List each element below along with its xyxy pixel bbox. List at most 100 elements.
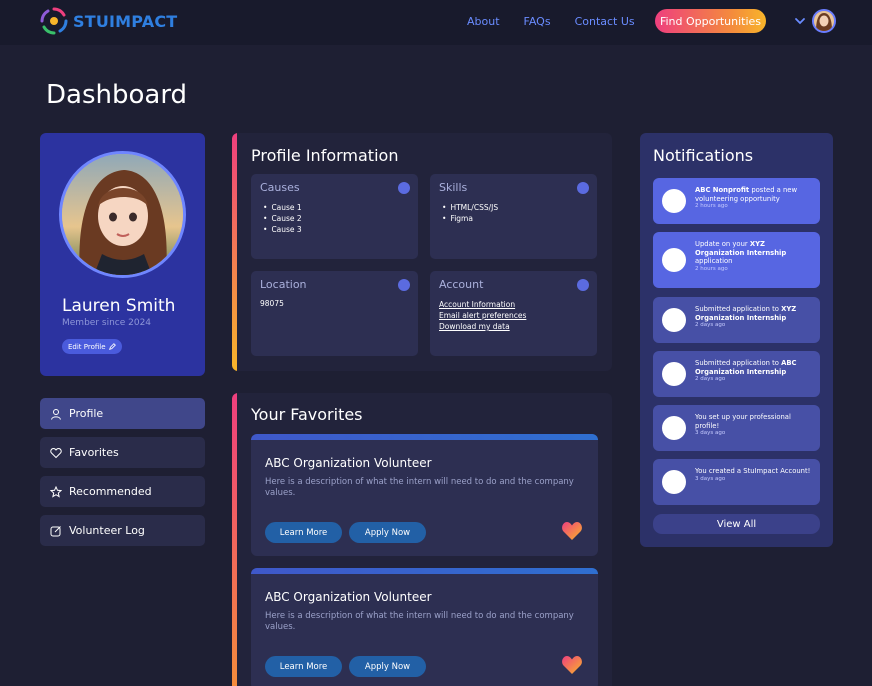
account-title: Account — [439, 278, 484, 291]
edit-account-icon[interactable] — [577, 279, 589, 291]
find-opportunities-button[interactable]: Find Opportunities — [655, 9, 766, 33]
notification-item[interactable]: You created a StuImpact Account! 3 days a… — [653, 459, 820, 505]
favorite-description: Here is a description of what the intern… — [265, 611, 574, 632]
notification-text: Update on your — [695, 240, 750, 248]
sidebar-item-label: Favorites — [69, 446, 119, 459]
location-value: 98075 — [260, 299, 284, 308]
member-since: Member since 2024 — [62, 318, 152, 328]
notification-time: 2 hours ago — [695, 203, 728, 210]
notification-avatar — [662, 248, 686, 272]
avatar-image — [814, 11, 834, 31]
learn-more-button[interactable]: Learn More — [265, 522, 342, 543]
notification-text: You set up your professional profile! — [695, 413, 791, 430]
cause-item: Cause 1 — [263, 202, 301, 213]
favorite-card: ABC Organization Volunteer Here is a des… — [251, 434, 598, 556]
notification-text: You created a StuImpact Account! — [695, 467, 811, 475]
nav-link-about[interactable]: About — [467, 15, 500, 28]
skill-item: HTML/CSS/JS — [442, 202, 498, 213]
notification-text: Submitted application to — [695, 359, 782, 367]
chevron-down-icon[interactable] — [793, 14, 807, 28]
logo-icon — [40, 7, 68, 35]
notification-item[interactable]: Submitted application to XYZ Organizatio… — [653, 297, 820, 343]
page-title: Dashboard — [46, 80, 188, 110]
profile-photo — [62, 154, 183, 275]
favorite-title: ABC Organization Volunteer — [265, 456, 432, 470]
view-all-button[interactable]: View All — [653, 514, 820, 534]
sidebar-item-favorites[interactable]: Favorites — [40, 437, 205, 468]
favorite-description: Here is a description of what the intern… — [265, 477, 574, 498]
edit-profile-label: Edit Profile — [68, 342, 106, 351]
notification-item[interactable]: ABC Nonprofit posted a new volunteering … — [653, 178, 820, 224]
cause-item: Cause 2 — [263, 213, 301, 224]
sidebar-item-label: Recommended — [69, 485, 152, 498]
pencil-icon — [108, 343, 116, 350]
sidebar-item-label: Volunteer Log — [69, 524, 145, 537]
card-accent — [251, 568, 598, 574]
notification-time: 3 days ago — [695, 475, 726, 482]
account-box: Account Account Information Email alert … — [430, 271, 597, 356]
profile-card: Lauren Smith Member since 2024 Edit Prof… — [40, 133, 205, 376]
notification-time: 2 hours ago — [695, 265, 728, 272]
notification-avatar — [662, 189, 686, 213]
skills-box: Skills HTML/CSS/JS Figma — [430, 174, 597, 259]
user-icon — [51, 408, 61, 420]
favorites-panel: Your Favorites ABC Organization Voluntee… — [232, 393, 612, 686]
favorite-title: ABC Organization Volunteer — [265, 590, 432, 604]
favorites-title: Your Favorites — [251, 405, 363, 424]
notification-avatar — [662, 416, 686, 440]
location-title: Location — [260, 278, 307, 291]
notification-item[interactable]: You set up your professional profile! 3 d… — [653, 405, 820, 451]
nav-link-contact[interactable]: Contact Us — [575, 15, 635, 28]
sidebar-item-volunteer-log[interactable]: Volunteer Log — [40, 515, 205, 546]
heart-icon[interactable] — [561, 655, 583, 675]
logo-text: STUIMPACT — [73, 11, 178, 31]
avatar[interactable] — [812, 9, 836, 33]
user-name: Lauren Smith — [62, 296, 176, 316]
favorite-card: ABC Organization Volunteer Here is a des… — [251, 568, 598, 686]
notification-item[interactable]: Submitted application to ABC Organizatio… — [653, 351, 820, 397]
apply-now-button[interactable]: Apply Now — [349, 656, 426, 677]
card-accent — [251, 434, 598, 440]
location-box: Location 98075 — [251, 271, 418, 356]
notification-time: 2 days ago — [695, 322, 726, 329]
sidebar-item-label: Profile — [69, 407, 104, 420]
top-nav: STUIMPACT About FAQs Contact Us Find Opp… — [0, 0, 872, 45]
profile-avatar — [59, 151, 186, 278]
profile-information-title: Profile Information — [251, 146, 399, 165]
notification-bold: ABC Nonprofit — [695, 186, 750, 194]
skills-title: Skills — [439, 181, 468, 194]
notifications-panel: Notifications ABC Nonprofit posted a new… — [640, 133, 833, 547]
notification-time: 2 days ago — [695, 376, 726, 383]
skill-item: Figma — [442, 213, 498, 224]
sidebar-item-recommended[interactable]: Recommended — [40, 476, 205, 507]
edit-location-icon[interactable] — [398, 279, 410, 291]
edit-profile-button[interactable]: Edit Profile — [62, 339, 122, 354]
nav-link-faqs[interactable]: FAQs — [524, 15, 551, 28]
notifications-title: Notifications — [653, 146, 754, 165]
edit-skills-icon[interactable] — [577, 182, 589, 194]
star-icon — [50, 485, 62, 498]
edit-causes-icon[interactable] — [398, 182, 410, 194]
causes-box: Causes Cause 1 Cause 2 Cause 3 — [251, 174, 418, 259]
cause-item: Cause 3 — [263, 224, 301, 235]
notification-text: Submitted application to — [695, 305, 782, 313]
heart-icon[interactable] — [561, 521, 583, 541]
notification-item[interactable]: Update on your XYZ Organization Internsh… — [653, 232, 820, 288]
profile-information-panel: Profile Information Causes Cause 1 Cause… — [232, 133, 612, 371]
causes-title: Causes — [260, 181, 300, 194]
panel-accent — [232, 393, 237, 686]
email-alert-preferences-link[interactable]: Email alert preferences — [439, 310, 526, 321]
apply-now-button[interactable]: Apply Now — [349, 522, 426, 543]
notification-avatar — [662, 308, 686, 332]
notification-text: application — [695, 257, 733, 266]
logo[interactable]: STUIMPACT — [40, 7, 177, 35]
learn-more-button[interactable]: Learn More — [265, 656, 342, 677]
sidebar-item-profile[interactable]: Profile — [40, 398, 205, 429]
panel-accent — [232, 133, 237, 371]
download-data-link[interactable]: Download my data — [439, 321, 526, 332]
account-information-link[interactable]: Account Information — [439, 299, 526, 310]
notification-time: 3 days ago — [695, 430, 726, 437]
notification-avatar — [662, 362, 686, 386]
edit-icon — [50, 525, 61, 536]
heart-icon — [50, 447, 62, 458]
